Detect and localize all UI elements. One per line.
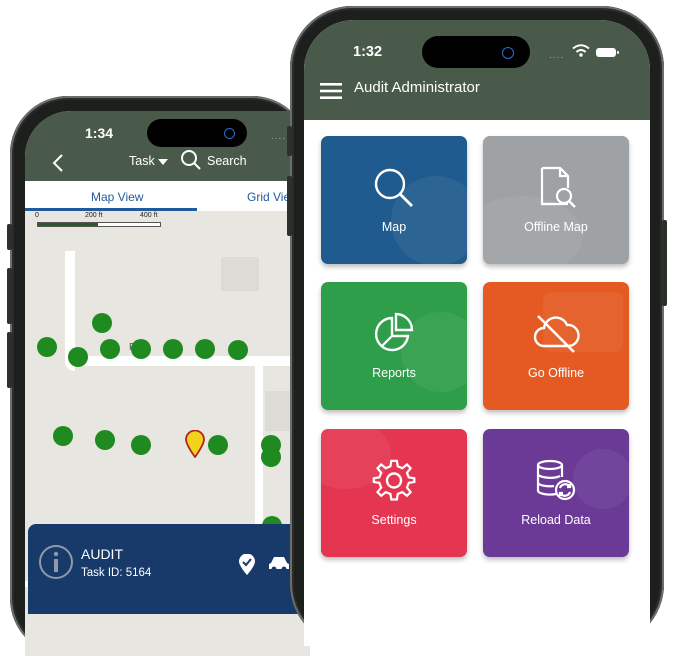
map-marker[interactable] <box>92 313 112 333</box>
front-phone: 1:32 .... Audit Administrator Map Offlin… <box>287 6 667 646</box>
map-marker[interactable] <box>131 435 151 455</box>
document-search-icon <box>540 166 576 208</box>
map-marker[interactable] <box>163 339 183 359</box>
car-icon[interactable] <box>268 556 290 572</box>
tile-go-offline-label: Go Offline <box>527 366 585 380</box>
tile-offline-map-label: Offline Map <box>524 220 588 234</box>
back-phone: 1:34 Task Search .... Map View Grid View <box>7 96 328 656</box>
signal-icon: .... <box>271 131 287 142</box>
selected-location-pin-icon[interactable] <box>185 430 205 458</box>
dynamic-island <box>147 119 247 147</box>
app-header: 1:32 .... Audit Administrator <box>304 20 650 120</box>
tile-reports[interactable]: Reports <box>321 282 467 410</box>
chevron-left-icon[interactable] <box>51 153 65 173</box>
signal-icon: .... <box>549 50 565 61</box>
front-phone-screen: 1:32 .... Audit Administrator Map Offlin… <box>304 20 650 646</box>
map-scale-bar <box>37 222 161 227</box>
scale-label: 200 ft <box>85 212 103 219</box>
gear-icon <box>372 459 416 501</box>
hamburger-menu-icon[interactable] <box>320 83 342 99</box>
dynamic-island <box>422 36 530 68</box>
tile-settings-label: Settings <box>371 513 417 527</box>
tile-offline-map[interactable]: Offline Map <box>483 136 629 264</box>
tile-settings[interactable]: Settings <box>321 429 467 557</box>
map-marker[interactable] <box>95 430 115 450</box>
view-tabs: Map View Grid View <box>25 181 310 211</box>
tile-reload-data-label: Reload Data <box>521 513 591 527</box>
database-sync-icon <box>536 459 576 501</box>
search-label[interactable]: Search <box>207 154 247 168</box>
map-marker[interactable] <box>261 447 281 467</box>
status-time: 1:32 <box>353 44 383 60</box>
tile-reload-data[interactable]: Reload Data <box>483 429 629 557</box>
back-header: 1:34 Task Search .... <box>25 111 310 181</box>
task-dropdown-label[interactable]: Task <box>129 154 155 168</box>
tile-map[interactable]: Map <box>321 136 467 264</box>
tile-map-label: Map <box>381 220 407 234</box>
scale-label: 0 <box>35 212 39 219</box>
scale-label: 400 ft <box>140 212 158 219</box>
navigate-pin-icon[interactable] <box>238 554 256 576</box>
info-icon[interactable] <box>38 544 74 580</box>
cloud-off-icon <box>533 315 580 353</box>
caret-down-icon[interactable] <box>158 159 168 165</box>
audit-info-panel[interactable]: AUDIT Task ID: 5164 <box>28 524 328 614</box>
status-time: 1:34 <box>85 125 114 141</box>
wifi-icon <box>572 44 590 57</box>
tile-reports-label: Reports <box>372 366 416 380</box>
battery-icon <box>596 48 619 57</box>
map-marker[interactable] <box>208 435 228 455</box>
tile-go-offline[interactable]: Go Offline <box>483 282 629 410</box>
map-marker[interactable] <box>53 426 73 446</box>
map-marker[interactable] <box>100 339 120 359</box>
map-marker[interactable] <box>195 339 215 359</box>
pie-chart-icon <box>375 312 414 352</box>
map-marker[interactable] <box>37 337 57 357</box>
map-marker[interactable] <box>131 339 151 359</box>
audit-task-id: Task ID: 5164 <box>81 567 152 579</box>
search-icon <box>374 168 413 207</box>
map-marker[interactable] <box>228 340 248 360</box>
audit-title: AUDIT <box>81 546 123 562</box>
page-title: Audit Administrator <box>354 79 480 96</box>
map-marker[interactable] <box>68 347 88 367</box>
tab-map-view[interactable]: Map View <box>91 190 143 204</box>
search-icon[interactable] <box>180 149 202 171</box>
